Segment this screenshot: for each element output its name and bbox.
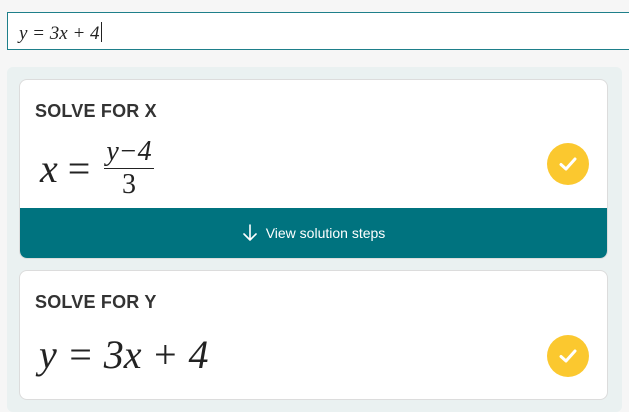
arrow-down-icon	[242, 224, 258, 242]
fraction-denominator: 3	[121, 169, 136, 200]
equals-sign: =	[67, 146, 91, 191]
equation-input-value: y = 3x + 4	[19, 23, 100, 44]
view-solution-steps-label: View solution steps	[265, 225, 386, 241]
equation-input[interactable]: y = 3x + 4	[7, 12, 629, 50]
checkmark-icon	[547, 335, 589, 377]
solution-x-fraction: y−4 3	[104, 136, 154, 200]
fraction-numerator: y−4	[104, 136, 154, 169]
card-title: SOLVE FOR Y	[35, 292, 157, 312]
view-solution-steps-button[interactable]: View solution steps	[20, 208, 607, 258]
checkmark-icon	[547, 143, 589, 185]
solution-y-equation: y = 3x + 4	[39, 331, 209, 378]
solution-x-lhs: x	[40, 146, 58, 191]
solve-for-x-card: SOLVE FOR X x = y−4 3 View solution step…	[19, 79, 608, 259]
equation-input-text: y = 3x + 4	[19, 22, 102, 45]
solution-y-expression: y = 3x + 4	[39, 332, 209, 377]
solve-for-y-card: SOLVE FOR Y y = 3x + 4	[19, 270, 608, 400]
solution-x-equation: x = y−4 3	[40, 138, 154, 199]
card-title: SOLVE FOR X	[35, 101, 157, 121]
text-caret	[100, 22, 102, 42]
